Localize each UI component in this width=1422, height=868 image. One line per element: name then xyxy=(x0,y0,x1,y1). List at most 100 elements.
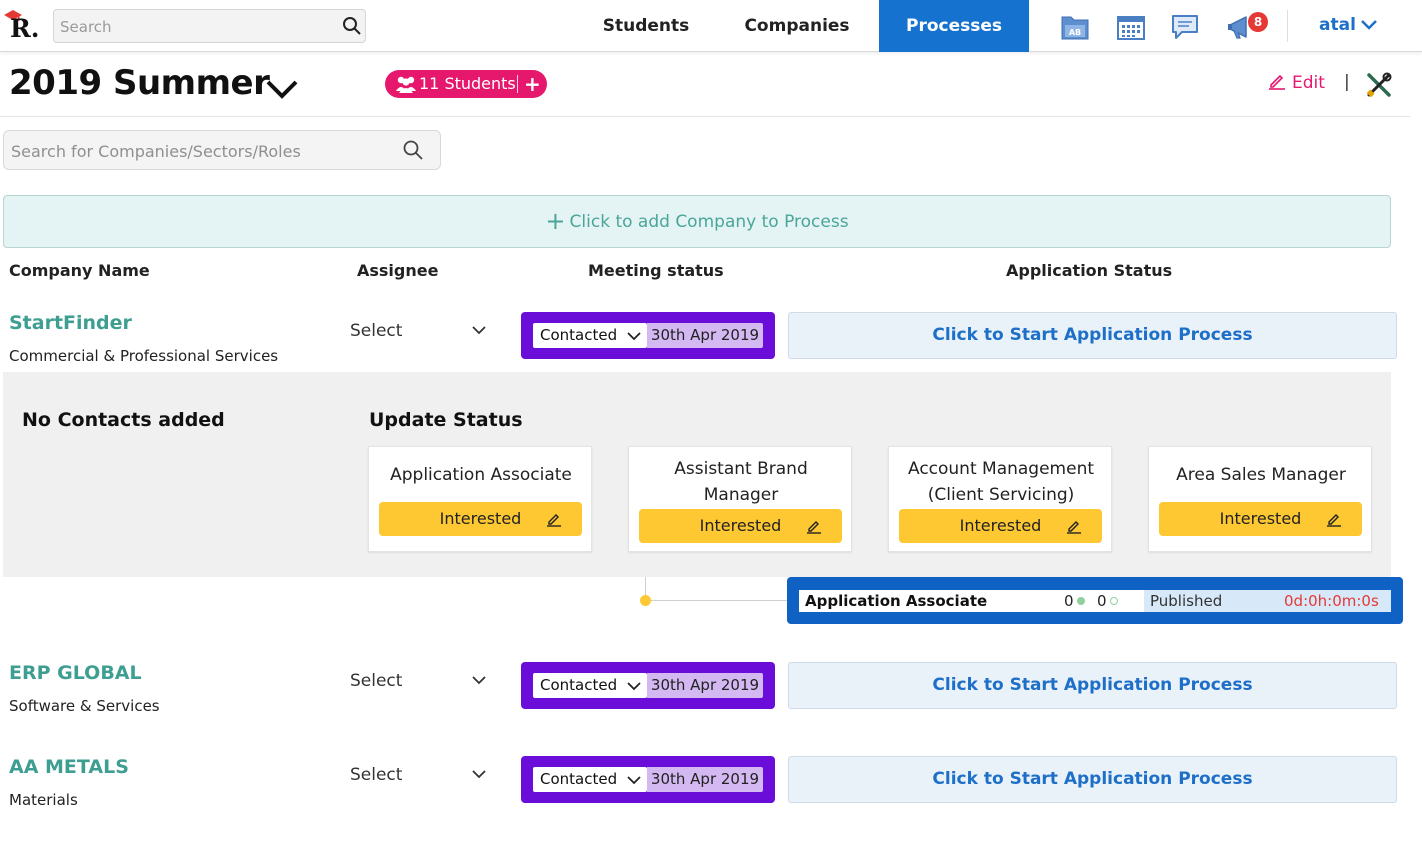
column-meeting-status: Meeting status xyxy=(588,261,724,280)
application-status: Published xyxy=(1150,592,1223,610)
logo[interactable]: R. xyxy=(4,6,44,46)
nav-students[interactable]: Students xyxy=(594,0,698,52)
role-card: Area Sales Manager Interested xyxy=(1148,446,1372,552)
chevron-down-icon xyxy=(627,682,641,691)
start-application-button[interactable]: Click to Start Application Process xyxy=(788,756,1397,803)
hollow-dot-icon xyxy=(1110,597,1118,605)
meeting-status-box: Contacted 30th Apr 2019 xyxy=(521,756,775,803)
pencil-icon xyxy=(1269,74,1285,90)
chevron-down-icon xyxy=(472,326,486,335)
role-title: Account Management xyxy=(907,459,1095,479)
green-dot-icon xyxy=(1077,597,1085,605)
assignee-value: Select xyxy=(350,671,403,691)
meeting-status-box: Contacted 30th Apr 2019 xyxy=(521,662,775,709)
role-status-button[interactable]: Interested xyxy=(379,502,582,536)
meeting-date[interactable]: 30th Apr 2019 xyxy=(647,673,763,698)
application-process-box[interactable]: Application Associate 0 0 Published 0d:0… xyxy=(787,577,1403,624)
meeting-status-box: Contacted 30th Apr 2019 xyxy=(521,312,775,359)
group-icon xyxy=(396,76,416,93)
role-title-line2: Manager xyxy=(703,485,779,505)
meeting-date[interactable]: 30th Apr 2019 xyxy=(647,767,763,792)
chevron-down-icon xyxy=(627,776,641,785)
application-timer: 0d:0h:0m:0s xyxy=(1284,592,1379,610)
company-name-link[interactable]: StartFinder xyxy=(9,312,132,334)
svg-text:AB: AB xyxy=(1069,28,1081,37)
edit-label: Edit xyxy=(1292,73,1325,93)
chevron-down-icon xyxy=(472,676,486,685)
column-assignee: Assignee xyxy=(357,261,439,280)
nav-processes[interactable]: Processes xyxy=(879,0,1029,52)
plus-icon: + xyxy=(545,207,566,235)
notification-badge: 8 xyxy=(1248,12,1268,32)
role-title: Assistant Brand xyxy=(674,459,808,479)
start-application-button[interactable]: Click to Start Application Process xyxy=(788,662,1397,709)
pencil-icon xyxy=(1067,521,1081,534)
meeting-status-select[interactable]: Contacted xyxy=(533,323,647,348)
company-sector: Materials xyxy=(9,791,78,809)
meeting-date[interactable]: 30th Apr 2019 xyxy=(647,323,763,348)
meeting-status-select[interactable]: Contacted xyxy=(533,673,647,698)
add-student-button[interactable]: + xyxy=(524,70,541,98)
role-card: Application Associate Interested xyxy=(368,446,592,552)
role-title-line2: (Client Servicing) xyxy=(927,485,1075,505)
timeline-dot xyxy=(640,595,651,606)
pencil-icon xyxy=(547,514,561,527)
add-company-label: Click to add Company to Process xyxy=(569,212,849,232)
company-sector: Commercial & Professional Services xyxy=(9,347,279,365)
role-status-label: Interested xyxy=(699,516,782,535)
students-pill[interactable]: 11 Students + xyxy=(385,70,547,98)
global-search-input[interactable] xyxy=(60,16,330,38)
edit-button[interactable]: Edit xyxy=(1268,72,1325,93)
chevron-down-icon xyxy=(1361,20,1377,30)
nav-companies[interactable]: Companies xyxy=(733,0,861,52)
chat-icon[interactable] xyxy=(1170,13,1200,41)
role-status-label: Interested xyxy=(1219,509,1302,528)
user-menu[interactable]: atal xyxy=(1319,15,1378,35)
assignee-select[interactable]: Select xyxy=(350,760,490,790)
role-status-label: Interested xyxy=(959,516,1042,535)
chevron-down-icon xyxy=(472,770,486,779)
add-company-button[interactable]: + Click to add Company to Process xyxy=(3,195,1391,248)
page-title: 2019 Summer xyxy=(9,63,270,103)
assignee-value: Select xyxy=(350,765,403,785)
calendar-icon[interactable] xyxy=(1116,13,1146,41)
role-status-button[interactable]: Interested xyxy=(639,509,842,543)
meeting-status-select[interactable]: Contacted xyxy=(533,767,647,792)
folder-ab-icon[interactable]: AB xyxy=(1060,13,1090,41)
column-company-name: Company Name xyxy=(9,261,150,280)
assignee-select[interactable]: Select xyxy=(350,316,490,346)
no-contacts-label: No Contacts added xyxy=(22,409,225,431)
application-row: Application Associate 0 0 Published 0d:0… xyxy=(799,590,1391,612)
students-count: 11 Students xyxy=(419,74,516,93)
role-status-button[interactable]: Interested xyxy=(899,509,1102,543)
header-separator: | xyxy=(1344,72,1350,92)
timeline-connector xyxy=(650,600,790,601)
role-title: Area Sales Manager xyxy=(1176,465,1346,485)
pill-divider xyxy=(517,75,518,93)
company-search xyxy=(3,130,441,170)
search-icon[interactable] xyxy=(402,139,424,161)
chevron-down-icon[interactable] xyxy=(264,76,300,100)
company-search-input[interactable] xyxy=(11,139,391,163)
column-application-status: Application Status xyxy=(1006,261,1173,280)
role-status-label: Interested xyxy=(439,509,522,528)
meeting-status-value: Contacted xyxy=(540,326,618,344)
search-icon[interactable] xyxy=(342,16,362,36)
company-name-link[interactable]: ERP GLOBAL xyxy=(9,662,142,684)
meeting-status-value: Contacted xyxy=(540,676,618,694)
application-role: Application Associate xyxy=(805,592,988,610)
role-status-button[interactable]: Interested xyxy=(1159,502,1362,536)
role-card: Assistant Brand Manager Interested xyxy=(628,446,852,552)
company-name-link[interactable]: AA METALS xyxy=(9,756,129,778)
logo-text: R. xyxy=(10,14,40,43)
global-search xyxy=(53,9,366,43)
assignee-value: Select xyxy=(350,321,403,341)
start-application-button[interactable]: Click to Start Application Process xyxy=(788,312,1397,359)
tools-icon[interactable] xyxy=(1366,72,1392,98)
company-sector: Software & Services xyxy=(9,697,160,715)
meeting-status-value: Contacted xyxy=(540,770,618,788)
role-card: Account Management (Client Servicing) In… xyxy=(888,446,1112,552)
application-count-2: 0 xyxy=(1097,592,1107,610)
assignee-select[interactable]: Select xyxy=(350,666,490,696)
application-status-area: Published 0d:0h:0m:0s xyxy=(1144,590,1391,612)
